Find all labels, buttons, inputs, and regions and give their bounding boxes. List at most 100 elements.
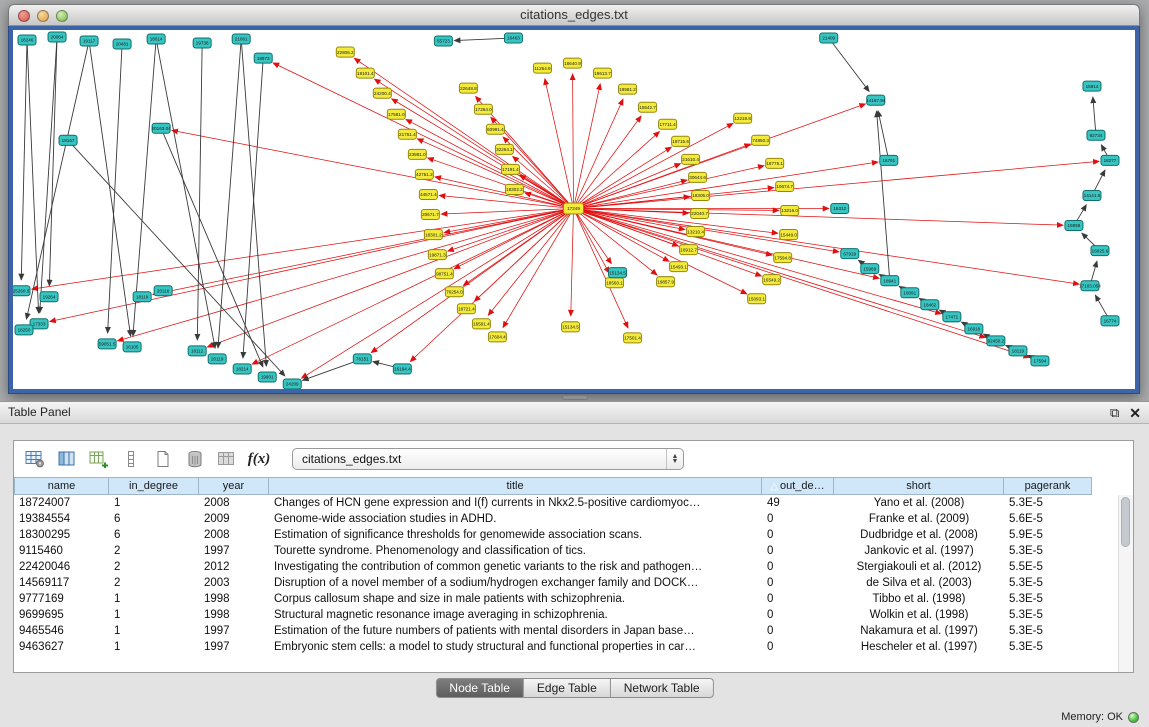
graph-node[interactable]: 18167 [59,135,77,145]
graph-node[interactable]: 16194.4 [393,364,411,374]
cell-name[interactable]: 19384554 [14,511,109,527]
graph-node[interactable]: 20116 [154,286,172,296]
cell-short[interactable]: Dudbridge et al. (2008) [834,527,1004,543]
graph-node[interactable]: 18462 [921,300,939,310]
graph-node[interactable]: 16312 [831,203,849,213]
graph-node[interactable]: 16640.9 [563,58,581,68]
graph-node[interactable]: 18775.1 [766,158,784,168]
graph-node[interactable]: 22648.8 [459,83,477,93]
cell-short[interactable]: Hescheler et al. (1997) [834,639,1004,655]
tab-node-table[interactable]: Node Table [435,678,524,698]
cell-pagerank[interactable]: 5.5E-5 [1004,559,1092,575]
cell-title[interactable]: Tourette syndrome. Phenomenology and cla… [269,543,762,559]
cell-pagerank[interactable]: 5.3E-5 [1004,591,1092,607]
cell-year[interactable]: 2003 [199,575,269,591]
cell-year[interactable]: 2008 [199,495,269,511]
cell-year[interactable]: 2008 [199,527,269,543]
cell-out_degree[interactable]: 0 [762,639,834,655]
cell-year[interactable]: 1997 [199,623,269,639]
graph-node[interactable]: 16549.2 [763,275,781,285]
cell-in_degree[interactable]: 2 [109,543,199,559]
cell-short[interactable]: Jankovic et al. (1997) [834,543,1004,559]
graph-node[interactable]: 17471 [943,312,961,322]
graph-node[interactable]: 18112 [188,346,206,356]
graph-node[interactable]: 19613.7 [594,68,612,78]
cell-short[interactable]: Nakamura et al. (1997) [834,623,1004,639]
cell-year[interactable]: 1998 [199,591,269,607]
graph-node[interactable]: 17191.4 [501,164,519,174]
graph-node[interactable]: 18721.4 [457,304,475,314]
graph-node[interactable]: 76151 [353,354,371,364]
table-row[interactable]: 1872400712008Changes of HCN gene express… [14,495,1133,511]
cell-in_degree[interactable]: 1 [109,639,199,655]
panel-splitter[interactable] [0,394,1149,401]
cell-pagerank[interactable]: 5.3E-5 [1004,623,1092,639]
column-header-in_degree[interactable]: in_degree [109,477,199,495]
graph-node[interactable]: 98751.4 [435,269,453,279]
cell-year[interactable]: 1997 [199,543,269,559]
graph-node[interactable]: 22040.7 [691,208,709,218]
cell-title[interactable]: Changes of HCN gene expression and I(f) … [269,495,762,511]
graph-node[interactable]: 92450.2 [987,336,1005,346]
graph-node[interactable]: 16918 [965,324,983,334]
cell-in_degree[interactable]: 2 [109,575,199,591]
cell-title[interactable]: Structural magnetic resonance image aver… [269,607,762,623]
graph-node[interactable]: 30644.6 [689,172,707,182]
graph-node[interactable]: 59051.5 [98,339,116,349]
graph-node[interactable]: 21061 [232,34,250,44]
column-header-short[interactable]: short [834,477,1004,495]
graph-node[interactable]: 15493.1 [670,262,688,272]
graph-node[interactable]: 25260.5 [13,286,30,296]
cell-name[interactable]: 22420046 [14,559,109,575]
graph-node[interactable]: 18301.2 [424,230,442,240]
graph-node[interactable]: 15969 [861,264,879,274]
graph-node[interactable]: 21610.4 [682,154,700,164]
cell-year[interactable]: 2009 [199,511,269,527]
graph-node[interactable]: 24200.4 [373,88,391,98]
cell-pagerank[interactable]: 5.6E-5 [1004,511,1092,527]
cell-pagerank[interactable]: 5.3E-5 [1004,543,1092,559]
cell-year[interactable]: 1998 [199,607,269,623]
graph-node[interactable]: 14167.94 [866,95,886,105]
graph-node[interactable]: 76254.0 [445,287,463,297]
cell-in_degree[interactable]: 1 [109,495,199,511]
graph-node[interactable]: 15542.7 [639,102,657,112]
graph-node[interactable]: 18941 [881,276,899,286]
cell-name[interactable]: 9465546 [14,623,109,639]
graph-node[interactable]: 15093.1 [748,294,766,304]
tab-network-table[interactable]: Network Table [611,678,714,698]
splitter-handle-icon[interactable] [562,395,588,400]
cell-name[interactable]: 14569117 [14,575,109,591]
table-row[interactable]: 1830029562008Estimation of significance … [14,527,1133,543]
graph-node[interactable]: 20064 [48,32,66,42]
graph-node[interactable]: 19117 [80,36,98,46]
graph-node[interactable]: 13210.4 [687,227,705,237]
graph-node[interactable]: 16774 [1101,316,1119,326]
select-rows-icon[interactable] [118,447,144,471]
cell-year[interactable]: 1997 [199,639,269,655]
close-panel-icon[interactable]: ✕ [1129,406,1141,420]
graph-node[interactable]: 17264.0 [474,104,492,114]
cell-name[interactable]: 9463627 [14,639,109,655]
cell-out_degree[interactable]: 49 [762,495,834,511]
cell-title[interactable]: Estimation of significance thresholds fo… [269,527,762,543]
table-scrollbar[interactable] [1118,495,1133,672]
graph-node[interactable]: 16091 [901,288,919,298]
tab-edge-table[interactable]: Edge Table [524,678,611,698]
graph-node[interactable]: 20163.04 [152,123,172,133]
new-column-icon[interactable] [86,447,112,471]
close-button[interactable] [18,10,30,22]
graph-node[interactable]: 13216.0 [781,205,799,215]
graph-node[interactable]: 18119 [1009,346,1027,356]
minimize-button[interactable] [37,10,49,22]
column-header-title[interactable]: title [269,477,762,495]
cell-in_degree[interactable]: 1 [109,623,199,639]
graph-node[interactable]: 18302.2 [505,184,523,194]
cell-in_degree[interactable]: 6 [109,527,199,543]
cell-in_degree[interactable]: 1 [109,591,199,607]
cell-out_degree[interactable]: 0 [762,527,834,543]
graph-node[interactable]: 16105 [123,342,141,352]
function-builder-icon[interactable]: f(x) [246,447,272,471]
graph-node[interactable]: 74850.3 [752,135,770,145]
graph-node[interactable]: 19738 [193,38,211,48]
